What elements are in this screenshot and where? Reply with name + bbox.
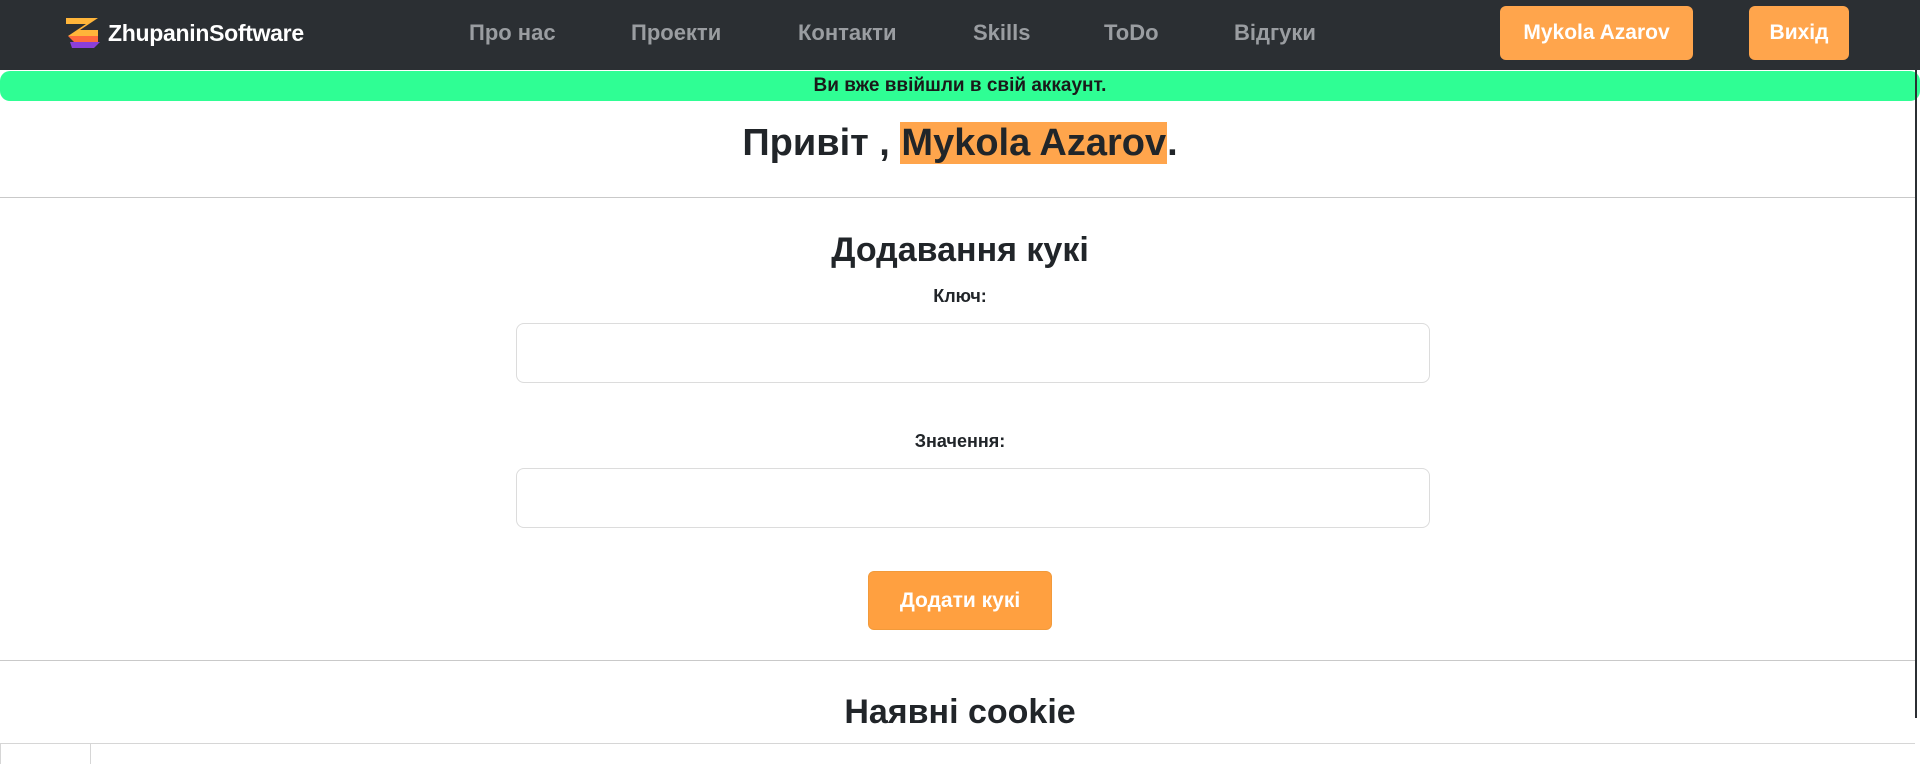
- scrollbar-track[interactable]: [1915, 0, 1917, 718]
- nav-link-reviews[interactable]: Відгуки: [1234, 20, 1316, 46]
- nav-link-about[interactable]: Про нас: [469, 20, 556, 46]
- cookies-table: [0, 743, 1915, 764]
- add-cookie-button[interactable]: Додати кукі: [868, 571, 1052, 630]
- greeting-heading: Привіт , Mykola Azarov.: [0, 116, 1920, 170]
- key-label: Ключ:: [933, 286, 987, 306]
- nav-link-projects[interactable]: Проекти: [631, 20, 721, 46]
- greeting-prefix: Привіт ,: [742, 122, 890, 164]
- cookie-value-input[interactable]: [516, 468, 1430, 528]
- divider: [0, 197, 1915, 198]
- brand-logo-icon: [66, 18, 100, 48]
- divider: [0, 660, 1915, 661]
- cookies-title: Наявні cookie: [844, 693, 1076, 731]
- nav-link-todo[interactable]: ToDo: [1104, 20, 1159, 46]
- login-status-alert: Ви вже ввійшли в свій аккаунт.: [0, 71, 1920, 101]
- cookie-key-input[interactable]: [516, 323, 1430, 383]
- greeting-suffix: .: [1167, 122, 1178, 164]
- nav-link-contacts[interactable]: Контакти: [798, 20, 896, 46]
- user-profile-button[interactable]: Mykola Azarov: [1500, 6, 1693, 60]
- add-cookie-title: Додавання кукі: [831, 231, 1089, 269]
- nav-link-skills[interactable]: Skills: [973, 20, 1030, 46]
- table-border: [0, 744, 1, 764]
- table-column-divider: [90, 744, 91, 764]
- brand[interactable]: ZhupaninSoftware: [64, 16, 304, 50]
- alert-message: Ви вже ввійшли в свій аккаунт.: [813, 75, 1107, 96]
- brand-name: ZhupaninSoftware: [108, 19, 304, 46]
- top-navbar: ZhupaninSoftware Про нас Проекти Контакт…: [0, 0, 1920, 70]
- greeting-username: Mykola Azarov: [900, 122, 1168, 164]
- logout-button[interactable]: Вихід: [1749, 6, 1849, 60]
- value-label: Значення:: [914, 431, 1006, 451]
